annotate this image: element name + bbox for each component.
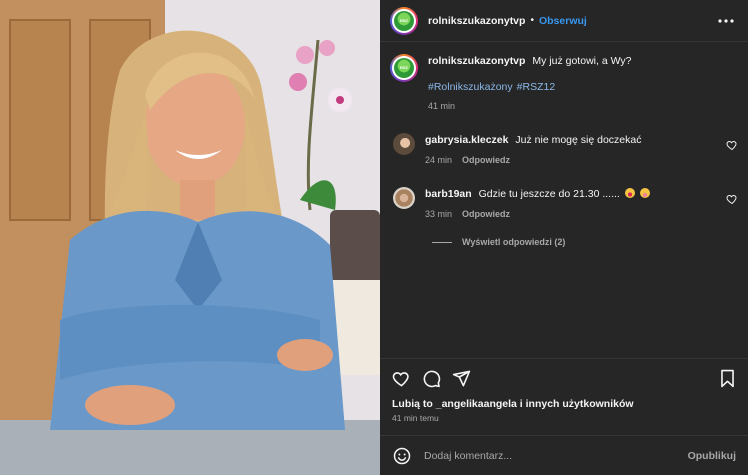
post-photo[interactable] [0, 0, 380, 475]
emoji-icon[interactable] [392, 446, 412, 466]
likes-summary[interactable]: Lubią to _angelikaangela i innych użytko… [380, 398, 748, 410]
account-username[interactable]: rolnikszukazonytvp [428, 15, 525, 27]
caption: RSZ rolnikszukazonytvp My już gotowi, a … [390, 54, 738, 111]
send-icon[interactable] [450, 368, 472, 390]
caption-username[interactable]: rolnikszukazonytvp [428, 55, 525, 67]
follow-button[interactable]: Obserwuj [539, 15, 587, 27]
comments-section: RSZ rolnikszukazonytvp My już gotowi, a … [380, 42, 748, 358]
hashtag-link[interactable]: #Rolnikszukażony [428, 81, 513, 93]
caption-text: My już gotowi, a Wy? [532, 55, 632, 67]
caption-avatar[interactable]: RSZ [390, 54, 418, 82]
caption-hashtags: #Rolnikszukażony #RSZ12 [428, 81, 631, 93]
ellipsis-icon[interactable] [714, 9, 738, 33]
comment-text: Gdzie tu jeszcze do 21.30 ...... [478, 188, 620, 200]
caption-time: 41 min [428, 101, 456, 111]
comment-item: barb19an Gdzie tu jeszcze do 21.30 .....… [390, 187, 738, 219]
comment-text: Już nie mogę się doczekać [515, 134, 642, 146]
view-replies-label: Wyświetl odpowiedzi (2) [462, 237, 566, 247]
heart-icon[interactable] [390, 368, 412, 390]
action-bar [380, 358, 748, 398]
post-comment-button[interactable]: Opublikuj [688, 450, 736, 462]
face-with-tongue-emoji-icon [639, 188, 650, 198]
kissing-face-emoji-icon [624, 188, 635, 198]
comment-composer: Opublikuj [380, 435, 748, 475]
hashtag-link[interactable]: #RSZ12 [517, 81, 556, 93]
separator-dot: • [530, 15, 534, 26]
reply-button[interactable]: Odpowiedz [462, 209, 510, 219]
reply-button[interactable]: Odpowiedz [462, 155, 510, 165]
comment-item: gabrysia.kleczek Już nie mogę się doczek… [390, 133, 738, 165]
comment-icon[interactable] [420, 368, 442, 390]
comment-input[interactable] [424, 449, 688, 462]
bookmark-icon[interactable] [716, 368, 738, 390]
comment-username[interactable]: barb19an [425, 188, 472, 200]
comment-time: 33 min [425, 209, 453, 219]
comment-heart-icon[interactable] [726, 193, 738, 205]
post-header: RSZ rolnikszukazonytvp • Obserwuj [380, 0, 748, 42]
comment-time: 24 min [425, 155, 453, 165]
caption-logo: RSZ [394, 58, 414, 78]
account-logo: RSZ [394, 10, 414, 31]
photo-illustration [0, 0, 380, 475]
post-panel: RSZ rolnikszukazonytvp • Obserwuj RSZ ro… [380, 0, 748, 475]
commenter-avatar[interactable] [393, 187, 415, 209]
comment-username[interactable]: gabrysia.kleczek [425, 134, 508, 146]
view-replies-button[interactable]: Wyświetl odpowiedzi (2) [432, 237, 738, 247]
account-avatar[interactable]: RSZ [390, 6, 418, 35]
commenter-avatar[interactable] [393, 133, 415, 155]
comment-heart-icon[interactable] [726, 139, 738, 151]
replies-divider-line [432, 241, 452, 243]
post-time: 41 min temu [392, 413, 439, 423]
